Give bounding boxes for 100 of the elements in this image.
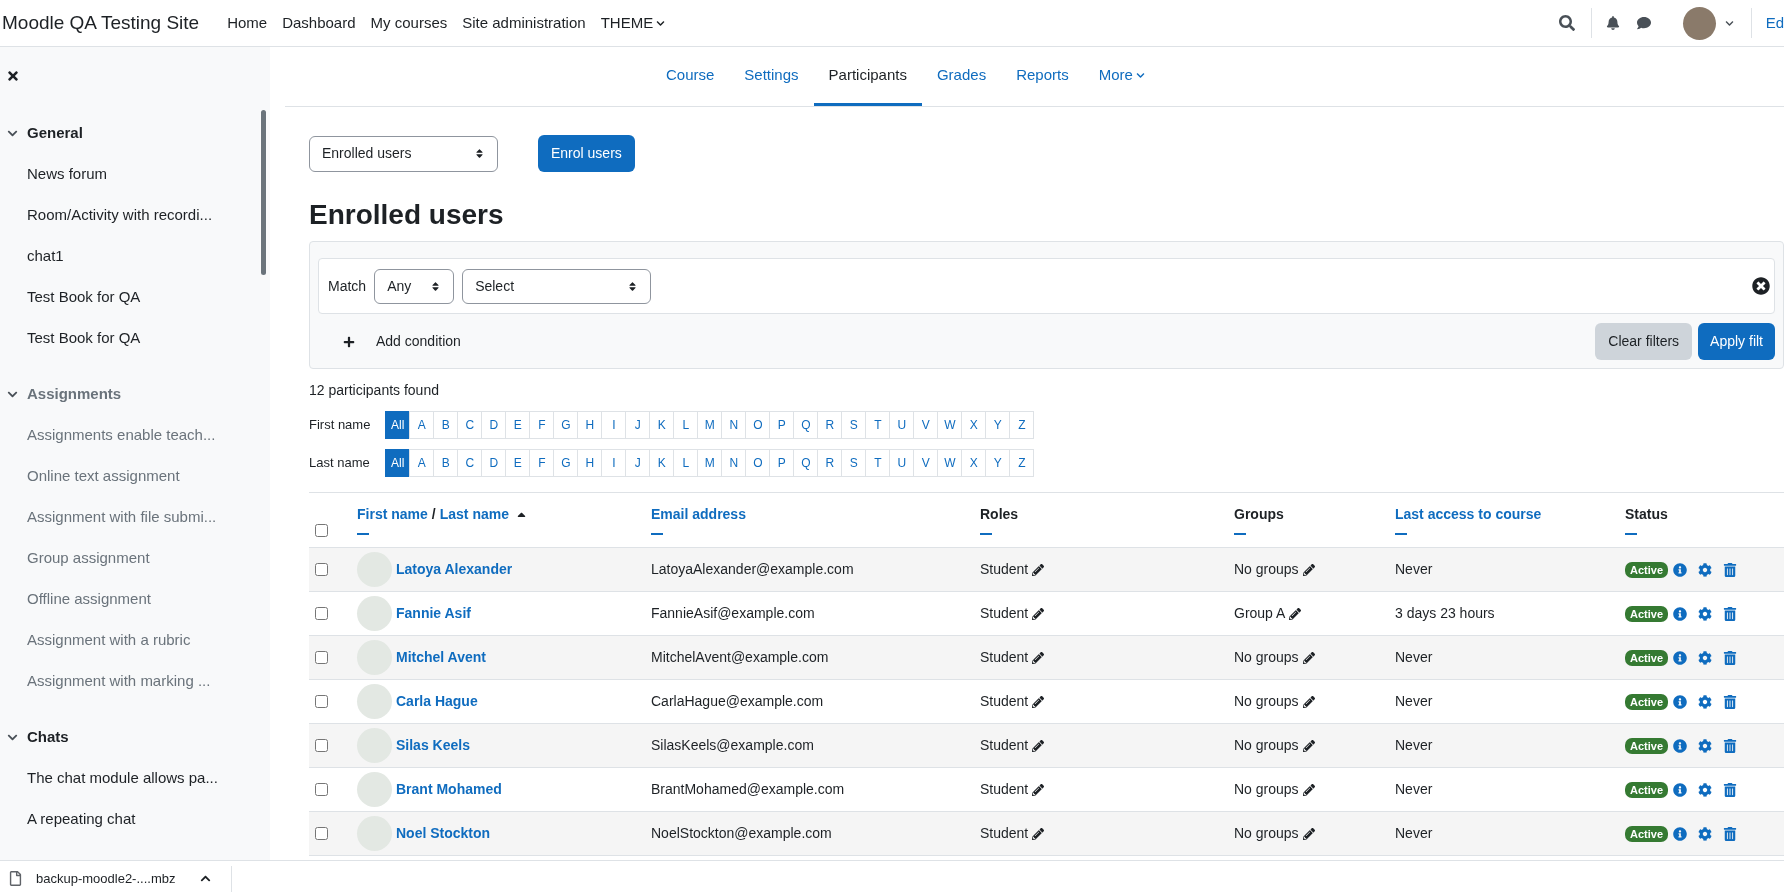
info-icon[interactable] (1673, 650, 1688, 665)
activity-link[interactable]: Assignment with marking ... (27, 670, 211, 693)
view-select[interactable]: Enrolled users (309, 135, 498, 172)
chevron-down-icon[interactable] (1724, 18, 1734, 28)
settings-icon[interactable] (1698, 694, 1713, 709)
activity-link[interactable]: Online text assignment (27, 465, 180, 488)
activity-link[interactable]: Assignment with a rubric (27, 629, 191, 652)
initial-filter-link[interactable]: S (841, 411, 867, 439)
initial-filter-link[interactable]: E (505, 449, 531, 477)
close-icon[interactable] (6, 69, 20, 83)
initial-filter-link[interactable]: F (529, 411, 555, 439)
participant-name-link[interactable]: Carla Hague (396, 691, 478, 712)
initial-filter-link[interactable]: E (505, 411, 531, 439)
initial-filter-link[interactable]: Z (1009, 449, 1035, 477)
initial-filter-link[interactable]: L (673, 411, 699, 439)
pencil-icon[interactable] (1032, 563, 1045, 576)
info-icon[interactable] (1673, 606, 1688, 621)
initial-filter-link[interactable]: T (865, 449, 891, 477)
pencil-icon[interactable] (1302, 783, 1315, 796)
participant-name-link[interactable]: Brant Mohamed (396, 779, 502, 800)
enrol-users-button[interactable]: Enrol users (538, 135, 635, 172)
initial-filter-link[interactable]: Y (985, 449, 1011, 477)
row-checkbox[interactable] (315, 651, 328, 664)
initial-filter-link[interactable]: K (649, 449, 675, 477)
initial-filter-link[interactable]: I (601, 411, 627, 439)
initial-filter-link[interactable]: Z (1009, 411, 1035, 439)
course-tab[interactable]: Course (651, 47, 730, 106)
row-checkbox[interactable] (315, 783, 328, 796)
info-icon[interactable] (1673, 738, 1688, 753)
pencil-icon[interactable] (1302, 695, 1315, 708)
settings-icon[interactable] (1698, 650, 1713, 665)
activity-link[interactable]: Assignment with file submi... (27, 506, 217, 529)
initial-filter-link[interactable]: N (721, 449, 747, 477)
settings-icon[interactable] (1698, 606, 1713, 621)
match-select[interactable]: Any (374, 268, 455, 304)
row-checkbox[interactable] (315, 695, 328, 708)
info-icon[interactable] (1673, 694, 1688, 709)
bell-icon[interactable] (1605, 16, 1620, 30)
initial-filter-link[interactable]: N (721, 411, 747, 439)
chat-bubble-icon[interactable] (1636, 16, 1651, 30)
add-condition-link[interactable]: Add condition (376, 331, 461, 352)
trash-icon[interactable] (1723, 606, 1738, 621)
initial-filter-link[interactable]: O (745, 449, 771, 477)
trash-icon[interactable] (1723, 694, 1738, 709)
pencil-icon[interactable] (1302, 651, 1315, 664)
initial-filter-link[interactable]: M (697, 411, 723, 439)
initial-filter-link[interactable]: D (481, 449, 507, 477)
initial-filter-link[interactable]: R (817, 411, 843, 439)
pencil-icon[interactable] (1032, 695, 1045, 708)
activity-link[interactable]: Test Book for QA (27, 327, 141, 350)
initial-filter-link[interactable]: All (385, 411, 411, 439)
initial-filter-link[interactable]: V (913, 449, 939, 477)
initial-filter-link[interactable]: W (937, 449, 963, 477)
participant-name-link[interactable]: Noel Stockton (396, 823, 491, 844)
initial-filter-link[interactable]: X (961, 449, 987, 477)
close-icon[interactable] (1752, 277, 1770, 295)
initial-filter-link[interactable]: B (433, 449, 459, 477)
clear-filters-button[interactable]: Clear filters (1595, 323, 1693, 360)
initial-filter-link[interactable]: J (625, 411, 651, 439)
trash-icon[interactable] (1723, 782, 1738, 797)
pencil-icon[interactable] (1302, 827, 1315, 840)
info-icon[interactable] (1673, 562, 1688, 577)
minus-icon[interactable] (1234, 533, 1246, 536)
site-name[interactable]: Moodle QA Testing Site (2, 8, 200, 38)
initial-filter-link[interactable]: A (409, 411, 435, 439)
pencil-icon[interactable] (1289, 607, 1302, 620)
activity-link[interactable]: A repeating chat (27, 808, 136, 831)
course-tab[interactable]: More (1083, 47, 1160, 106)
chevron-down-icon[interactable] (7, 128, 18, 139)
initial-filter-link[interactable]: S (841, 449, 867, 477)
pencil-icon[interactable] (1302, 563, 1315, 576)
participant-name-link[interactable]: Mitchel Avent (396, 647, 486, 668)
participant-name-link[interactable]: Fannie Asif (396, 603, 471, 624)
section-title[interactable]: Chats (27, 726, 69, 749)
initial-filter-link[interactable]: Y (985, 411, 1011, 439)
initial-filter-link[interactable]: W (937, 411, 963, 439)
column-sort-link[interactable]: Email address (651, 504, 746, 525)
initial-filter-link[interactable]: O (745, 411, 771, 439)
course-tab[interactable]: Grades (921, 47, 1002, 106)
course-tab[interactable]: Settings (729, 47, 814, 106)
initial-filter-link[interactable]: Q (793, 449, 819, 477)
condition-select[interactable]: Select (462, 268, 652, 304)
course-tab[interactable]: Reports (1001, 47, 1084, 106)
last-name-sort-link[interactable]: Last name (439, 504, 509, 525)
initial-filter-link[interactable]: L (673, 449, 699, 477)
info-icon[interactable] (1673, 826, 1688, 841)
activity-link[interactable]: News forum (27, 163, 108, 186)
initial-filter-link[interactable]: K (649, 411, 675, 439)
info-icon[interactable] (1673, 782, 1688, 797)
initial-filter-link[interactable]: A (409, 449, 435, 477)
activity-link[interactable]: Offline assignment (27, 588, 151, 611)
initial-filter-link[interactable]: V (913, 411, 939, 439)
column-sort-link[interactable]: Last access to course (1395, 504, 1542, 525)
section-title[interactable]: General (27, 122, 83, 145)
nav-link[interactable]: Dashboard (282, 11, 356, 35)
initial-filter-link[interactable]: U (889, 449, 915, 477)
pencil-icon[interactable] (1032, 651, 1045, 664)
initial-filter-link[interactable]: M (697, 449, 723, 477)
select-all-checkbox[interactable] (315, 524, 328, 537)
initial-filter-link[interactable]: T (865, 411, 891, 439)
